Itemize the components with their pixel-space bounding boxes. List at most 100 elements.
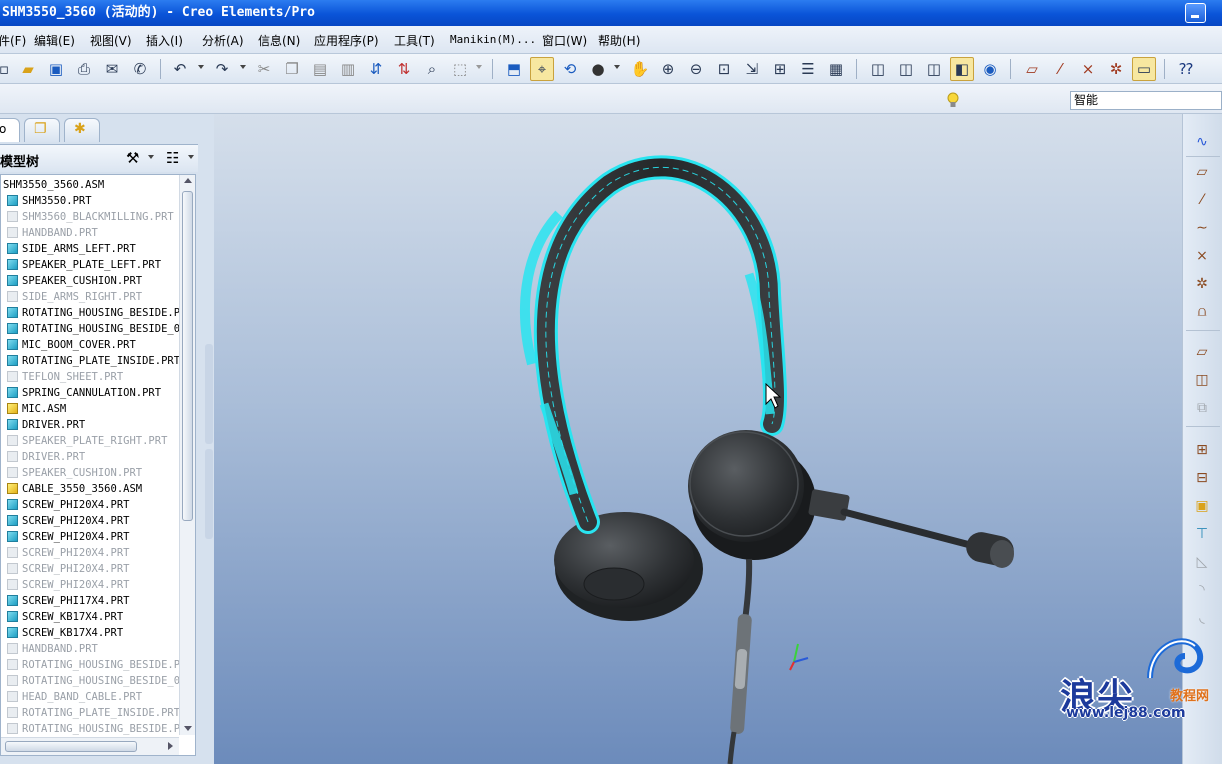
regen-manager-icon[interactable]: ⇅ bbox=[392, 57, 416, 81]
assemble-icon[interactable]: ⊞ bbox=[1189, 438, 1215, 462]
selection-filter[interactable]: 智能 bbox=[1070, 91, 1222, 110]
round-icon[interactable]: ◟ bbox=[1189, 606, 1215, 630]
spin-center-icon[interactable]: ⌖ bbox=[530, 57, 554, 81]
cut-icon[interactable]: ✂ bbox=[252, 57, 276, 81]
tree-item[interactable]: SCREW_PHI20X4.PRT bbox=[1, 513, 179, 529]
layers-icon[interactable]: ☰ bbox=[796, 57, 820, 81]
menu-window[interactable]: 窗口(W) bbox=[542, 32, 587, 49]
repeat-icon[interactable]: ⧉ bbox=[1189, 396, 1215, 420]
tree-item[interactable]: ROTATING_HOUSING_BESIDE.PR bbox=[1, 305, 179, 321]
reorient-icon[interactable]: ⇲ bbox=[740, 57, 764, 81]
menu-applications[interactable]: 应用程序(P) bbox=[314, 32, 379, 49]
minimize-button[interactable] bbox=[1185, 3, 1206, 23]
tree-item[interactable]: SPEAKER_CUSHION.PRT bbox=[1, 465, 179, 481]
menu-tools[interactable]: 工具(T) bbox=[394, 32, 435, 49]
menu-insert[interactable]: 插入(I) bbox=[146, 32, 183, 49]
save-icon[interactable]: ▣ bbox=[44, 57, 68, 81]
flexible-icon[interactable]: ◝ bbox=[1189, 578, 1215, 602]
tree-item[interactable]: ROTATING_HOUSING_BESIDE_01 bbox=[1, 321, 179, 337]
context-help-icon[interactable]: ⁇ bbox=[1174, 57, 1198, 81]
datum-planes-icon[interactable]: ▱ bbox=[1020, 57, 1044, 81]
datum-axes-icon[interactable]: ⁄ bbox=[1048, 57, 1072, 81]
tree-item[interactable]: SPRING_CANNULATION.PRT bbox=[1, 385, 179, 401]
datum-plane-icon[interactable]: ▱ bbox=[1189, 160, 1215, 184]
skeleton-icon[interactable]: ▣ bbox=[1189, 494, 1215, 518]
curve-icon[interactable]: ∼ bbox=[1189, 216, 1215, 240]
tree-item[interactable]: TEFLON_SHEET.PRT bbox=[1, 369, 179, 385]
component-icon[interactable]: ▱ bbox=[1189, 340, 1215, 364]
enhanced-realism-icon[interactable]: ◉ bbox=[978, 57, 1002, 81]
tree-item[interactable]: ROTATING_HOUSING_BESIDE_01 bbox=[1, 673, 179, 689]
zoom-out-icon[interactable]: ⊖ bbox=[684, 57, 708, 81]
tree-item[interactable]: SCREW_PHI20X4.PRT bbox=[1, 497, 179, 513]
redo-icon[interactable]: ↷ bbox=[210, 57, 234, 81]
model-tree[interactable]: SHM3550_3560.ASM SHM3550.PRT SHM3560_BLAC… bbox=[0, 174, 196, 756]
menu-info[interactable]: 信息(N) bbox=[258, 32, 300, 49]
saved-views-icon[interactable]: ⊞ bbox=[768, 57, 792, 81]
copy-icon[interactable]: ❐ bbox=[280, 57, 304, 81]
tree-columns-icon[interactable]: ☷ bbox=[166, 149, 179, 167]
tree-vertical-scrollbar[interactable] bbox=[179, 175, 195, 735]
scroll-thumb[interactable] bbox=[5, 741, 137, 752]
cut-out-icon[interactable]: ◺ bbox=[1189, 550, 1215, 574]
favorites-tab[interactable]: ✱ bbox=[64, 118, 100, 142]
tree-item[interactable]: ROTATING_PLATE_INSIDE.PRT bbox=[1, 353, 179, 369]
find-icon[interactable]: ⌕ bbox=[420, 57, 444, 81]
paste-special-icon[interactable]: ▥ bbox=[336, 57, 360, 81]
tree-item[interactable]: SCREW_PHI20X4.PRT bbox=[1, 529, 179, 545]
paste-icon[interactable]: ▤ bbox=[308, 57, 332, 81]
zoom-in-icon[interactable]: ⊕ bbox=[656, 57, 680, 81]
tree-item[interactable]: SCREW_PHI17X4.PRT bbox=[1, 593, 179, 609]
tree-item[interactable]: CABLE_3550_3560.ASM bbox=[1, 481, 179, 497]
graphics-viewport[interactable] bbox=[214, 114, 1182, 764]
lightbulb-icon[interactable] bbox=[946, 91, 960, 110]
view-manager-icon[interactable]: ▦ bbox=[824, 57, 848, 81]
appearance-icon[interactable]: ● bbox=[586, 57, 610, 81]
no-hidden-icon[interactable]: ◫ bbox=[922, 57, 946, 81]
pan-icon[interactable]: ✋ bbox=[628, 57, 652, 81]
menu-file[interactable]: 件(F) bbox=[0, 32, 26, 49]
tree-item[interactable]: DRIVER.PRT bbox=[1, 417, 179, 433]
tree-horizontal-scrollbar[interactable] bbox=[1, 737, 179, 755]
sketch-curve-icon[interactable]: ∿ bbox=[1189, 130, 1215, 154]
tree-item[interactable]: SHM3560_BLACKMILLING.PRT bbox=[1, 209, 179, 225]
tree-settings-icon[interactable]: ⚒ bbox=[126, 149, 139, 167]
datum-display-icon[interactable]: ⬒ bbox=[502, 57, 526, 81]
hidden-line-icon[interactable]: ◫ bbox=[894, 57, 918, 81]
tree-item[interactable]: SPEAKER_PLATE_RIGHT.PRT bbox=[1, 433, 179, 449]
tree-item[interactable]: MIC_BOOM_COVER.PRT bbox=[1, 337, 179, 353]
tree-item[interactable]: HEAD_BAND_CABLE.PRT bbox=[1, 689, 179, 705]
tree-item[interactable]: SCREW_KB17X4.PRT bbox=[1, 609, 179, 625]
menu-view[interactable]: 视图(V) bbox=[90, 32, 132, 49]
refit-icon[interactable]: ⊡ bbox=[712, 57, 736, 81]
datum-csys-icon[interactable]: ✲ bbox=[1104, 57, 1128, 81]
analysis-icon[interactable]: ⩍ bbox=[1189, 300, 1215, 324]
menu-manikin[interactable]: Manikin(M)... bbox=[450, 33, 536, 46]
tree-item[interactable]: SIDE_ARMS_RIGHT.PRT bbox=[1, 289, 179, 305]
panel-splitter[interactable] bbox=[205, 449, 213, 539]
tree-item[interactable]: SPEAKER_CUSHION.PRT bbox=[1, 273, 179, 289]
folder-browser-tab[interactable]: ❐ bbox=[24, 118, 60, 142]
email-icon[interactable]: ✉ bbox=[100, 57, 124, 81]
datum-points-icon[interactable]: × bbox=[1076, 57, 1100, 81]
email-link-icon[interactable]: ✆ bbox=[128, 57, 152, 81]
undo-icon[interactable]: ↶ bbox=[168, 57, 192, 81]
tree-item[interactable]: HANDBAND.PRT bbox=[1, 641, 179, 657]
annotation-icon[interactable]: ▭ bbox=[1132, 57, 1156, 81]
tree-item[interactable]: ROTATING_PLATE_INSIDE.PRT bbox=[1, 705, 179, 721]
open-icon[interactable]: ▰ bbox=[16, 57, 40, 81]
tree-item[interactable]: SCREW_PHI20X4.PRT bbox=[1, 545, 179, 561]
tree-item[interactable]: SPEAKER_PLATE_LEFT.PRT bbox=[1, 257, 179, 273]
menu-edit[interactable]: 编辑(E) bbox=[34, 32, 75, 49]
scroll-thumb[interactable] bbox=[182, 191, 193, 521]
orient-icon[interactable]: ⟲ bbox=[558, 57, 582, 81]
tree-item[interactable]: MIC.ASM bbox=[1, 401, 179, 417]
menu-analysis[interactable]: 分析(A) bbox=[202, 32, 244, 49]
tree-item[interactable]: SIDE_ARMS_LEFT.PRT bbox=[1, 241, 179, 257]
menu-help[interactable]: 帮助(H) bbox=[598, 32, 640, 49]
select-box-icon[interactable]: ⬚ bbox=[448, 57, 472, 81]
tree-item[interactable]: SHM3550.PRT bbox=[1, 193, 179, 209]
csys-icon[interactable]: ✲ bbox=[1189, 272, 1215, 296]
merge-icon[interactable]: ⊤ bbox=[1189, 522, 1215, 546]
package-icon[interactable]: ◫ bbox=[1189, 368, 1215, 392]
